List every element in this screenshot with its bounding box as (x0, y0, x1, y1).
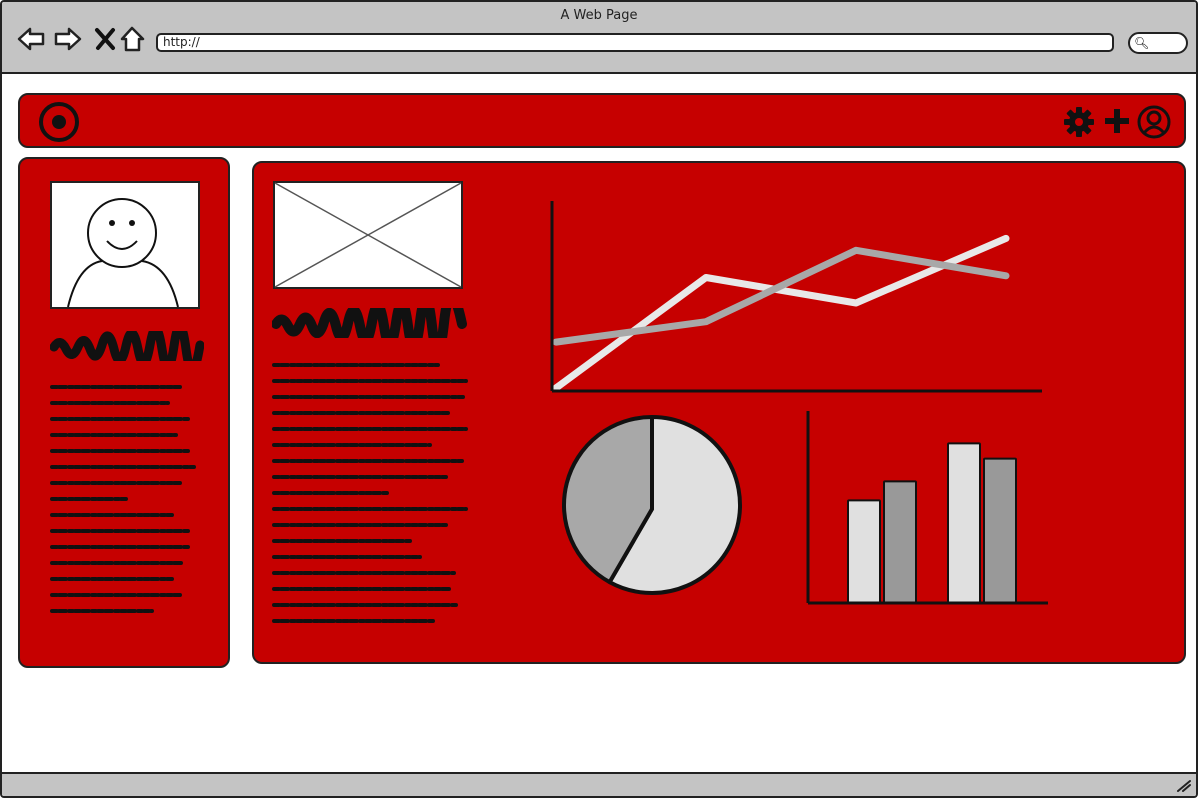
avatar (50, 181, 200, 309)
article-heading (272, 308, 467, 338)
bar-1-2 (883, 480, 917, 604)
browser-statusbar (2, 772, 1196, 796)
stop-icon[interactable] (91, 24, 121, 54)
profile-description-text (50, 385, 196, 613)
gear-icon[interactable] (1063, 106, 1095, 138)
browser-search-field[interactable]: 🔍︎ (1128, 32, 1188, 54)
line-chart (550, 201, 1042, 393)
article-body-text (272, 363, 468, 623)
plus-icon[interactable] (1103, 107, 1131, 135)
bar-1-1 (847, 499, 881, 604)
home-icon[interactable] (118, 24, 148, 54)
line-series-2 (552, 246, 1010, 346)
forward-icon[interactable] (53, 24, 83, 54)
app-header (18, 93, 1186, 148)
pie-chart (562, 415, 742, 595)
image-placeholder (273, 181, 463, 289)
bar-2-2 (983, 457, 1017, 604)
bar-2-1 (947, 442, 981, 605)
main-content-card (252, 161, 1186, 664)
target-icon[interactable] (38, 101, 80, 143)
user-icon[interactable] (1137, 105, 1171, 139)
search-icon: 🔍︎ (1134, 36, 1150, 50)
profile-name-heading (50, 331, 204, 361)
back-icon[interactable] (16, 24, 46, 54)
window-title: A Web Page (560, 8, 638, 23)
url-input[interactable]: http:// (156, 33, 1114, 52)
profile-card (18, 157, 230, 668)
resize-grip-icon[interactable] (1176, 778, 1192, 792)
bar-chart (806, 411, 1048, 605)
browser-window: A Web Page http:// 🔍︎ (0, 0, 1198, 798)
browser-titlebar: A Web Page http:// 🔍︎ (2, 2, 1196, 74)
